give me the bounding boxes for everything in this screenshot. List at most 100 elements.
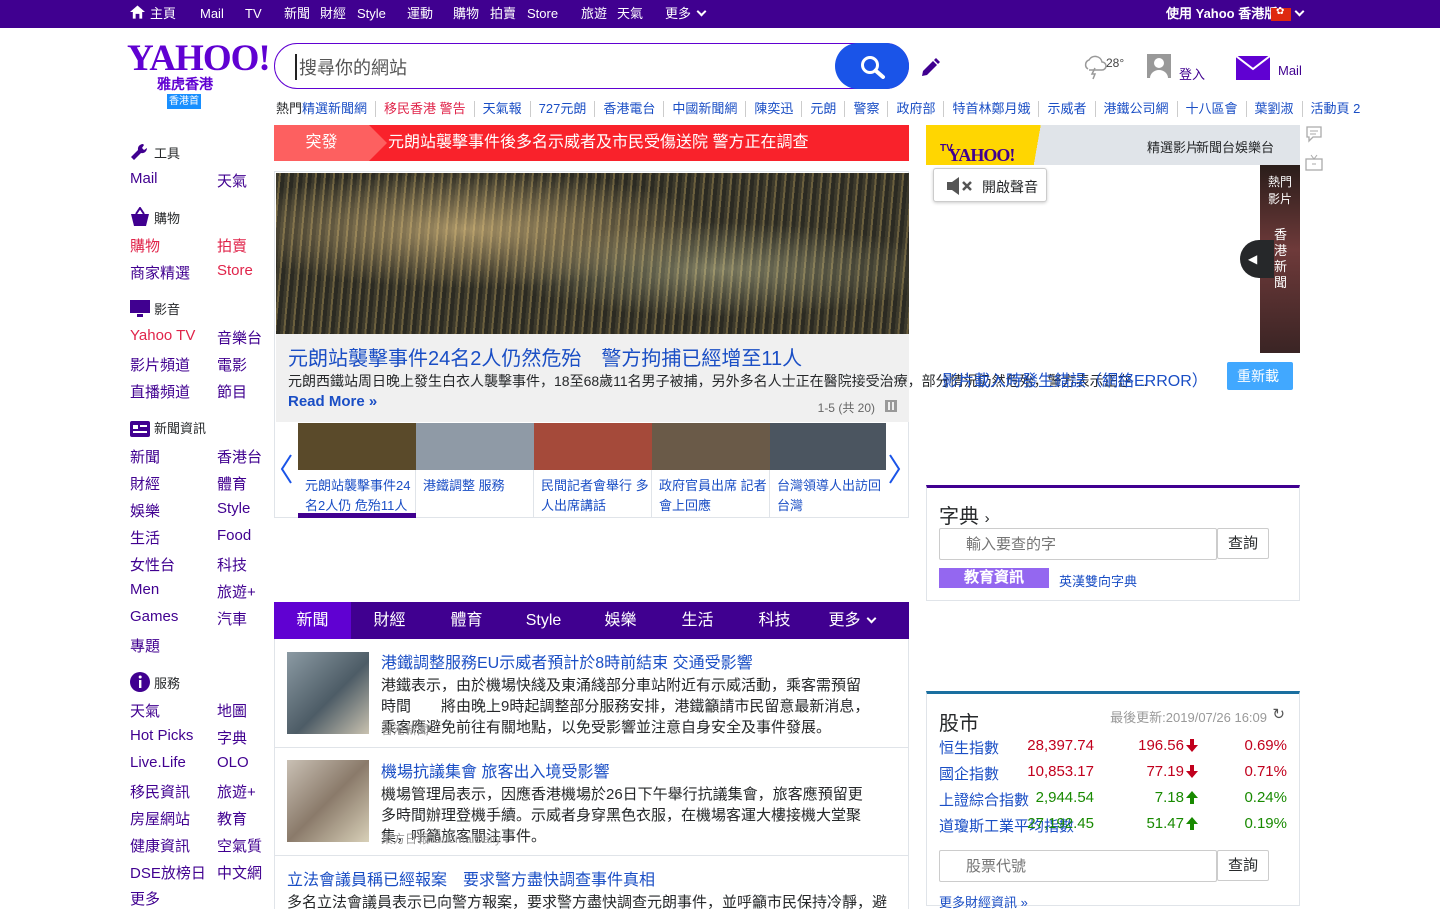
reload-button[interactable]: 重新載: [1227, 362, 1293, 390]
stock-row[interactable]: 國企指數 10,853.17 77.19 0.71%: [939, 763, 1287, 785]
topnav-auction[interactable]: 拍賣: [490, 0, 516, 28]
topnav-finance[interactable]: 財經: [320, 0, 346, 28]
trending-item[interactable]: 特首林鄭月娥: [944, 101, 1040, 117]
edit-pencil-icon[interactable]: [920, 56, 942, 78]
sidebar-item-food[interactable]: Food: [217, 527, 251, 544]
home-link[interactable]: 主頁: [130, 0, 176, 28]
sidebar-item-merchants[interactable]: 商家精選: [130, 262, 190, 283]
sidebar-item-tech[interactable]: 科技: [217, 554, 247, 575]
video-error-message[interactable]: 影片載入時發生錯誤（網絡ERROR）: [942, 367, 1208, 391]
weather-widget[interactable]: 28°: [1082, 54, 1132, 84]
refresh-icon[interactable]: ↻: [1272, 705, 1285, 723]
sidebar-item-auction[interactable]: 拍賣: [217, 235, 247, 256]
sidebar-item-maps[interactable]: 地圖: [217, 700, 247, 721]
sidebar-item-finance[interactable]: 財經: [130, 473, 160, 494]
sidebar-item-lifestyle[interactable]: 生活: [130, 527, 160, 548]
unmute-button[interactable]: 開啟聲音: [933, 168, 1047, 202]
sign-in-link[interactable]: 登入: [1147, 54, 1205, 83]
yahoo-logo[interactable]: YAHOO! 雅虎香港 香港首頁: [127, 40, 271, 122]
sidebar-item-dictionary[interactable]: 字典: [217, 727, 247, 748]
sidebar-item-men[interactable]: Men: [130, 581, 159, 598]
stock-row[interactable]: 道瓊斯工業平均指數 27,192.45 51.47 0.19%: [939, 815, 1287, 837]
tv-icon[interactable]: [1305, 154, 1323, 172]
carousel-thumb[interactable]: 元朗站襲擊事件24名2人仍 危殆11人: [298, 423, 416, 518]
sidebar-item-mail[interactable]: Mail: [130, 170, 158, 187]
topnav-news[interactable]: 新聞: [284, 0, 310, 28]
breaking-news-bar[interactable]: 突發 元朗站襲擊事件後多名示威者及市民受傷送院 警方正在調查: [274, 125, 909, 161]
tab-lifestyle[interactable]: 生活: [659, 602, 736, 639]
sidebar-item-women[interactable]: 女性台: [130, 554, 175, 575]
tv-nav-entertainment[interactable]: 娛樂台: [1235, 137, 1274, 156]
trending-item[interactable]: 元朗: [802, 101, 846, 117]
topnav-mail[interactable]: Mail: [200, 0, 224, 28]
playlist-toggle-button[interactable]: ◀: [1240, 240, 1274, 278]
sidebar-item-news[interactable]: 新聞: [130, 446, 160, 467]
sidebar-item-hot-picks[interactable]: Hot Picks: [130, 727, 193, 744]
list-item[interactable]: 港鐵調整服務EU示威者預計於8時前結束 交通受影響 港鐵表示，由於機場快綫及東涌…: [275, 639, 908, 748]
sidebar-item-weather[interactable]: 天氣: [217, 170, 247, 191]
yahoo-tv-logo[interactable]: YAHOO! TV: [926, 125, 1072, 165]
sidebar-item-chinese[interactable]: 中文網: [217, 862, 262, 883]
sidebar-item-games[interactable]: Games: [130, 608, 178, 625]
carousel-thumb[interactable]: 港鐵調整 服務: [416, 423, 534, 518]
sidebar-item-more[interactable]: 更多: [130, 888, 160, 909]
sidebar-item-live[interactable]: 直播頻道: [130, 381, 190, 402]
topnav-travel[interactable]: 旅遊: [581, 0, 607, 28]
tab-news[interactable]: 新聞: [274, 602, 351, 639]
sidebar-item-features[interactable]: 專題: [130, 635, 160, 656]
hero-image[interactable]: [276, 173, 909, 334]
sidebar-item-shopping[interactable]: 購物: [130, 235, 160, 256]
sidebar-item-hk[interactable]: 香港台: [217, 446, 262, 467]
tab-style[interactable]: Style: [505, 602, 582, 639]
chevron-down-icon[interactable]: [1294, 0, 1305, 28]
trending-item[interactable]: 移民香港 警告: [376, 101, 475, 117]
list-item[interactable]: 機場抗議集會 旅客出入境受影響 機場管理局表示，因應香港機場於26日下午舉行抗議…: [275, 748, 908, 856]
sidebar-item-health[interactable]: 健康資訊: [130, 835, 190, 856]
hong-kong-flag-icon[interactable]: [1271, 6, 1291, 21]
sidebar-item-entertainment[interactable]: 娛樂: [130, 500, 160, 521]
sidebar-item-music[interactable]: 音樂台: [217, 327, 262, 348]
trending-item[interactable]: 港鐵公司網: [1096, 101, 1178, 117]
topnav-style[interactable]: Style: [357, 0, 386, 28]
dictionary-title[interactable]: 字典 ›: [939, 500, 990, 529]
story-title[interactable]: 港鐵調整服務EU示威者預計於8時前結束 交通受影響: [381, 649, 753, 673]
carousel-thumb[interactable]: 政府官員出席 記者會上回應: [652, 423, 770, 518]
topnav-tv[interactable]: TV: [245, 0, 262, 28]
stock-search-button[interactable]: 查詢: [1217, 850, 1269, 881]
trending-item[interactable]: 警察: [845, 101, 889, 117]
tab-more[interactable]: 更多: [813, 602, 890, 639]
sidebar-item-olo[interactable]: OLO: [217, 754, 249, 771]
read-more-link[interactable]: Read More »: [288, 393, 377, 410]
stock-row[interactable]: 恒生指數 28,397.74 196.56 0.69%: [939, 737, 1287, 759]
stock-name[interactable]: 上證綜合指數: [939, 789, 1029, 810]
stock-name[interactable]: 恒生指數: [939, 737, 999, 758]
trending-item[interactable]: 活動頁 2: [1303, 101, 1369, 117]
sidebar-item-travel-plus-2[interactable]: 旅遊+: [217, 781, 256, 802]
sidebar-item-weather-2[interactable]: 天氣: [130, 700, 160, 721]
stock-name[interactable]: 國企指數: [939, 763, 999, 784]
list-item[interactable]: 立法會議員稱已經報案 要求警方盡快調查事件真相 多名立法會議員表示已向警方報案，…: [275, 856, 908, 916]
sidebar-item-property[interactable]: 房屋網站: [130, 808, 190, 829]
sidebar-item-sports[interactable]: 體育: [217, 473, 247, 494]
trending-item[interactable]: 示威者: [1039, 101, 1096, 117]
carousel-prev-button[interactable]: [276, 422, 298, 518]
sidebar-item-yahoo-tv[interactable]: Yahoo TV: [130, 327, 195, 344]
video-player[interactable]: 開啟聲音: [926, 165, 1260, 355]
stocks-title[interactable]: 股市: [939, 707, 979, 736]
trending-item[interactable]: 十八區會: [1178, 101, 1247, 117]
trending-item[interactable]: 葉劉淑: [1247, 101, 1303, 117]
story-title[interactable]: 立法會議員稱已經報案 要求警方盡快調查事件真相: [287, 866, 655, 890]
stocks-more-link[interactable]: 更多財經資訊 »: [939, 892, 1028, 911]
trending-item[interactable]: 政府部: [888, 101, 945, 117]
topnav-store[interactable]: Store: [527, 0, 558, 28]
story-thumbnail[interactable]: [287, 760, 369, 842]
topnav-shopping[interactable]: 購物: [453, 0, 479, 28]
tab-entertainment[interactable]: 娛樂: [582, 602, 659, 639]
story-title[interactable]: 機場抗議集會 旅客出入境受影響: [381, 758, 609, 782]
tab-tech[interactable]: 科技: [736, 602, 813, 639]
carousel-next-button[interactable]: [885, 422, 907, 518]
story-thumbnail[interactable]: [287, 652, 369, 734]
search-input[interactable]: [295, 54, 835, 80]
sidebar-item-live-life[interactable]: Live.Life: [130, 754, 186, 771]
carousel-thumb[interactable]: 民間記者會舉行 多人出席講話: [534, 423, 652, 518]
